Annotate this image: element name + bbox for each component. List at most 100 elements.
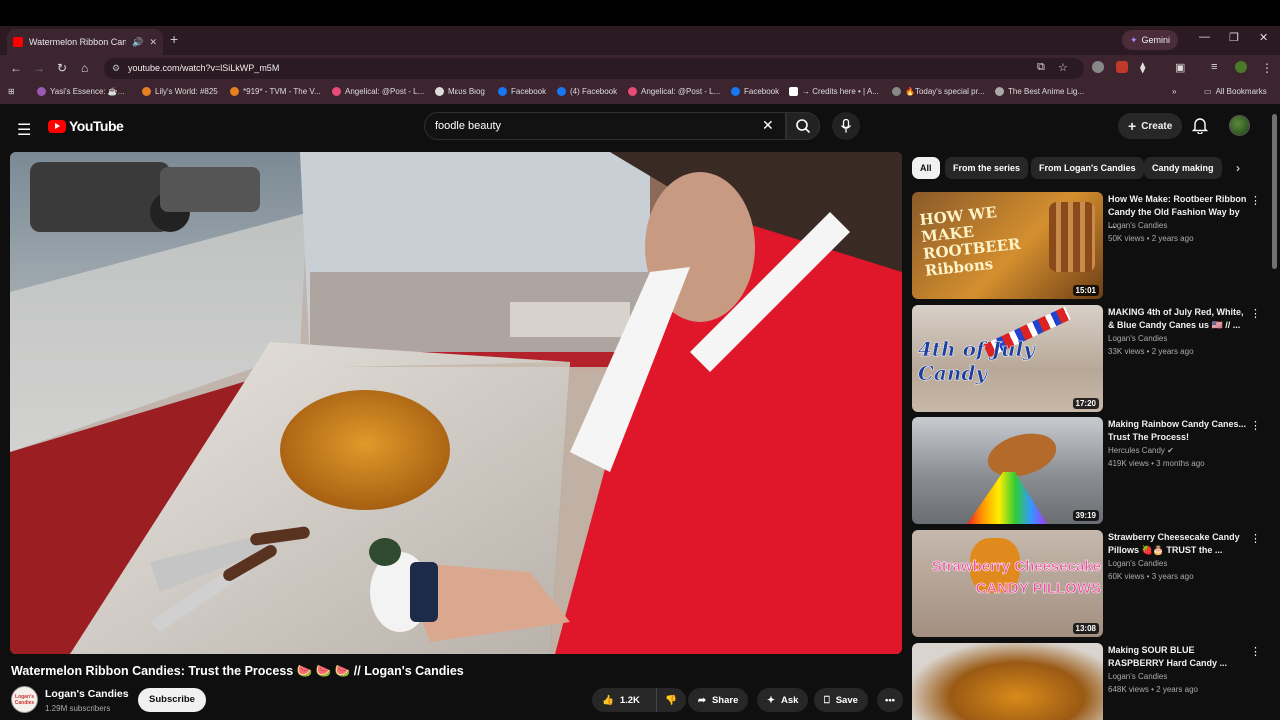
bookmark-item[interactable]: Angelical: @Post - L... — [628, 87, 720, 96]
recommendation-title[interactable]: Strawberry Cheesecake Candy Pillows 🍓🎂 T… — [1108, 531, 1248, 557]
video-thumbnail[interactable]: 39:19 — [912, 417, 1103, 524]
save-button[interactable]: ⎕ Save — [814, 688, 868, 712]
chevron-right-icon[interactable]: › — [1236, 161, 1240, 175]
bookmark-item[interactable]: *919* - TVM - The V... — [230, 87, 321, 96]
media-controls-icon[interactable]: ≡ — [1211, 61, 1217, 73]
site-info-icon[interactable]: ⚙ — [112, 58, 120, 79]
video-thumbnail[interactable]: Strawberry Cheesecake CANDY PILLOWS 13:0… — [912, 530, 1103, 637]
recommendation-title[interactable]: Making SOUR BLUE RASPBERRY Hard Candy ..… — [1108, 644, 1248, 670]
voice-search-button[interactable] — [832, 112, 860, 140]
recommendation-channel[interactable]: Logan's Candies — [1108, 334, 1167, 343]
video-duration: 13:08 — [1072, 623, 1099, 634]
new-tab-button[interactable]: + — [170, 31, 178, 47]
bookmark-item[interactable]: Mευs Βιοg — [435, 87, 485, 96]
close-window-icon[interactable]: ✕ — [1259, 31, 1268, 44]
close-tab-icon[interactable]: ✕ — [149, 37, 157, 48]
profile-avatar-icon[interactable] — [1235, 61, 1247, 73]
menu-kebab-icon[interactable]: ⋮ — [1261, 61, 1273, 75]
video-thumbnail[interactable]: HOW WE MAKE ROOTBEER Ribbons 15:01 — [912, 192, 1103, 299]
notifications-bell-icon[interactable] — [1192, 116, 1208, 134]
home-icon[interactable]: ⌂ — [81, 61, 88, 75]
like-button[interactable]: 👍 1.2K — [592, 688, 656, 712]
apps-grid-icon[interactable]: ⊞ — [8, 87, 15, 96]
reload-icon[interactable]: ↻ — [57, 61, 67, 75]
recommendation-channel[interactable]: Logan's Candies — [1108, 559, 1167, 568]
browser-tab-active[interactable]: Watermelon Ribbon Candi 🔊 ✕ — [7, 29, 163, 55]
bookmark-label: The Best Anime Lig... — [1008, 87, 1085, 96]
search-button[interactable] — [786, 112, 820, 140]
more-vertical-icon[interactable]: ⋮ — [1250, 645, 1261, 658]
bookmark-label: → Credits here • | A... — [802, 87, 879, 96]
extensions-puzzle-icon[interactable]: ⧫ — [1140, 61, 1145, 74]
more-actions-button[interactable]: ••• — [877, 688, 903, 712]
more-vertical-icon[interactable]: ⋮ — [1250, 307, 1261, 320]
bookmark-item[interactable]: The Best Anime Lig... — [995, 87, 1084, 96]
video-thumbnail[interactable] — [912, 643, 1103, 720]
back-icon[interactable]: ← — [10, 61, 22, 75]
youtube-logo[interactable]: YouTube — [48, 118, 124, 134]
account-avatar[interactable] — [1229, 115, 1250, 136]
all-bookmarks-button[interactable]: ▭ All Bookmarks — [1204, 87, 1267, 96]
video-thumbnail[interactable]: 4th of July Candy 17:20 — [912, 305, 1103, 412]
like-count: 1.2K — [619, 694, 640, 706]
bookmark-item[interactable]: Angelical: @Post - L... — [332, 87, 424, 96]
chip-all[interactable]: All — [912, 157, 940, 179]
recommendation-title[interactable]: Making Rainbow Candy Canes... Trust The … — [1108, 418, 1248, 444]
os-top-strip — [0, 0, 1280, 26]
bookmark-item[interactable]: (4) Facebook — [557, 87, 617, 96]
bookmark-star-icon[interactable]: ☆ — [1058, 61, 1068, 74]
chip-from-logans-candies[interactable]: From Logan's Candies — [1031, 157, 1144, 179]
more-vertical-icon[interactable]: ⋮ — [1250, 419, 1261, 432]
channel-name[interactable]: Logan's Candies — [45, 688, 129, 700]
channel-avatar[interactable]: Logan's Candies — [11, 686, 38, 713]
recommendation-channel[interactable]: Hercules Candy ✔ — [1108, 446, 1174, 455]
chip-from-the-series[interactable]: From the series — [945, 157, 1029, 179]
more-vertical-icon[interactable]: ⋮ — [1250, 194, 1261, 207]
clear-search-icon[interactable]: ✕ — [762, 117, 774, 134]
sparkle-icon: ✦ — [767, 694, 775, 706]
ask-button[interactable]: ✦ Ask — [757, 688, 809, 712]
search-input[interactable]: foodle beauty — [424, 112, 786, 140]
extension-icon[interactable] — [1092, 61, 1104, 73]
youtube-play-icon — [48, 119, 66, 133]
dislike-button[interactable]: 👎 — [656, 688, 686, 712]
recommendation-item[interactable]: HOW WE MAKE ROOTBEER Ribbons 15:01 How W… — [912, 192, 1267, 300]
share-button[interactable]: ➦ Share — [688, 688, 749, 712]
facebook-icon — [557, 87, 566, 96]
bookmarks-overflow-icon[interactable]: » — [1172, 87, 1176, 96]
recommendation-item[interactable]: 4th of July Candy 17:20 MAKING 4th of Ju… — [912, 305, 1267, 413]
gemini-button[interactable]: ✦ Gemini — [1122, 30, 1179, 50]
thumbnail-caption: Strawberry Cheesecake CANDY PILLOWS — [931, 558, 1101, 598]
extension-icon[interactable] — [1116, 61, 1128, 73]
hamburger-menu-icon[interactable]: ☰ — [17, 120, 31, 140]
page-scrollbar[interactable] — [1272, 114, 1277, 269]
video-player[interactable] — [10, 152, 902, 654]
forward-icon[interactable]: → — [33, 61, 45, 75]
recommendation-item[interactable]: 39:19 Making Rainbow Candy Canes... Trus… — [912, 417, 1267, 525]
address-bar[interactable]: ⚙ youtube.com/watch?v=lSiLkWP_m5M — [104, 58, 1084, 79]
bookmark-label: *919* - TVM - The V... — [243, 87, 321, 96]
speaker-icon[interactable]: 🔊 — [132, 37, 143, 48]
recommendation-item[interactable]: Making SOUR BLUE RASPBERRY Hard Candy ..… — [912, 643, 1267, 720]
bookmark-item[interactable]: → Credits here • | A... — [789, 87, 879, 96]
subscribe-button[interactable]: Subscribe — [138, 688, 206, 712]
minimize-icon[interactable]: — — [1199, 31, 1210, 43]
restore-icon[interactable]: ❐ — [1229, 31, 1239, 44]
install-app-icon[interactable]: ⧉ — [1037, 61, 1045, 74]
recommendation-channel[interactable]: Logan's Candies — [1108, 672, 1167, 681]
bookmark-label: Facebook — [511, 87, 547, 96]
recommendation-item[interactable]: Strawberry Cheesecake CANDY PILLOWS 13:0… — [912, 530, 1267, 638]
bookmark-item[interactable]: Lily's World: #825 — [142, 87, 218, 96]
bookmark-item[interactable]: Facebook — [731, 87, 779, 96]
bookmark-item[interactable]: Yasi's Essence: ☕... — [37, 87, 124, 96]
chip-candy-making[interactable]: Candy making — [1144, 157, 1222, 179]
all-bookmarks-label: All Bookmarks — [1215, 87, 1267, 96]
bookmark-item[interactable]: 🔥Today's special pr... — [892, 87, 985, 96]
thumbnail-caption: 4th of July Candy — [918, 337, 1035, 386]
tab-search-icon[interactable]: ▣ — [1175, 61, 1185, 74]
create-button[interactable]: + Create — [1118, 113, 1183, 139]
recommendation-title[interactable]: MAKING 4th of July Red, White, & Blue Ca… — [1108, 306, 1248, 332]
bookmark-item[interactable]: Facebook — [498, 87, 546, 96]
more-vertical-icon[interactable]: ⋮ — [1250, 532, 1261, 545]
recommendation-channel[interactable]: Logan's Candies — [1108, 221, 1167, 230]
